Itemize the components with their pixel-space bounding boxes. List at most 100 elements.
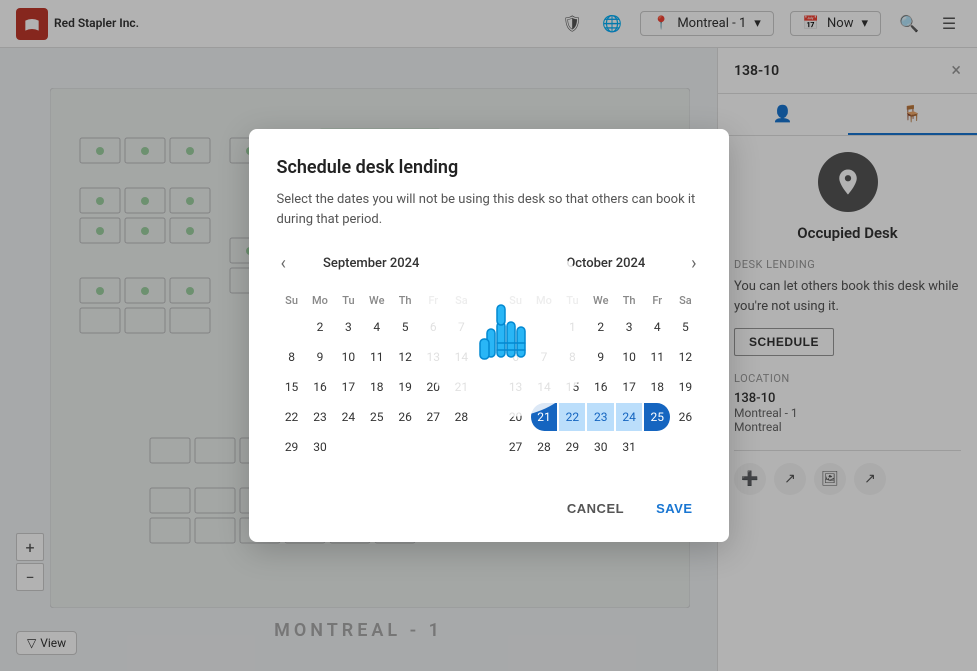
calendar-day[interactable]: 27 [503,433,529,461]
calendar-day [279,313,305,341]
oct-day-header-mo: Mo [531,290,558,311]
calendar-day[interactable]: 6 [420,313,446,341]
modal-description: Select the dates you will not be using t… [277,190,701,229]
october-grid: Su Mo Tu We Th Fr Sa 1234567891011121314… [501,288,701,463]
calendar-day [420,433,446,461]
calendar-day[interactable]: 30 [587,433,614,461]
prev-month-button[interactable]: ‹ [277,249,290,278]
calendar-day[interactable]: 11 [363,343,390,371]
calendar-day[interactable]: 8 [279,343,305,371]
day-header-tu: Tu [335,290,361,311]
calendar-day[interactable]: 28 [531,433,558,461]
cancel-button[interactable]: CANCEL [559,495,632,522]
calendar-day[interactable]: 23 [307,403,334,431]
calendar-day[interactable]: 2 [307,313,334,341]
calendar-day[interactable]: 13 [503,373,529,401]
calendar-day [531,313,558,341]
calendar-day[interactable]: 27 [420,403,446,431]
calendar-day[interactable]: 12 [392,343,418,371]
calendar-day[interactable]: 8 [559,343,585,371]
calendar-day[interactable]: 13 [420,343,446,371]
calendar-day[interactable]: 29 [279,433,305,461]
oct-day-header-tu: Tu [559,290,585,311]
day-header-su: Su [279,290,305,311]
calendar-day[interactable]: 1 [559,313,585,341]
calendar-day[interactable]: 20 [420,373,446,401]
modal-footer: CANCEL SAVE [277,483,701,522]
calendar-day[interactable]: 6 [503,343,529,371]
calendar-day[interactable]: 7 [448,313,474,341]
calendar-day[interactable]: 23 [587,403,614,431]
modal-overlay: Schedule desk lending Select the dates y… [0,0,977,671]
calendar-day[interactable]: 26 [392,403,418,431]
next-month-button[interactable]: › [687,249,700,278]
calendar-day[interactable]: 10 [616,343,642,371]
calendar-day[interactable]: 30 [307,433,334,461]
calendar-day[interactable]: 21 [531,403,558,431]
september-grid: Su Mo Tu We Th Fr Sa 2345678910111213141… [277,288,477,463]
calendar-day[interactable]: 16 [307,373,334,401]
calendar-day[interactable]: 15 [559,373,585,401]
schedule-modal: Schedule desk lending Select the dates y… [249,129,729,542]
calendar-day[interactable]: 15 [279,373,305,401]
calendar-day[interactable]: 16 [587,373,614,401]
september-month-label: September 2024 [323,256,419,271]
calendar-day [503,313,529,341]
calendar-day[interactable]: 17 [616,373,642,401]
calendar-day [644,433,670,461]
october-month-label: October 2024 [566,256,645,271]
calendar-day[interactable]: 24 [616,403,642,431]
calendar-day[interactable]: 7 [531,343,558,371]
calendar-day[interactable]: 26 [672,403,698,431]
calendar-day[interactable]: 20 [503,403,529,431]
calendar-day[interactable]: 17 [335,373,361,401]
calendar-day[interactable]: 22 [279,403,305,431]
day-header-sa: Sa [448,290,474,311]
calendar-day[interactable]: 29 [559,433,585,461]
oct-day-header-fr: Fr [644,290,670,311]
calendar-day[interactable]: 4 [644,313,670,341]
day-header-th: Th [392,290,418,311]
calendar-day[interactable]: 3 [335,313,361,341]
calendar-day[interactable]: 14 [531,373,558,401]
calendar-day[interactable]: 5 [672,313,698,341]
calendar-day [672,433,698,461]
calendar-day[interactable]: 14 [448,343,474,371]
calendar-day [392,433,418,461]
oct-day-header-su: Su [503,290,529,311]
day-header-mo: Mo [307,290,334,311]
calendar-day [363,433,390,461]
calendar-day[interactable]: 24 [335,403,361,431]
calendar-container: ‹ September 2024 Su Mo Tu We Th Fr Sa [277,249,701,463]
calendar-day[interactable]: 10 [335,343,361,371]
save-button[interactable]: SAVE [648,495,700,522]
calendar-day[interactable]: 21 [448,373,474,401]
calendar-day[interactable]: 9 [307,343,334,371]
calendar-day[interactable]: 2 [587,313,614,341]
calendar-day[interactable]: 31 [616,433,642,461]
september-calendar: ‹ September 2024 Su Mo Tu We Th Fr Sa [277,249,477,463]
calendar-day[interactable]: 25 [363,403,390,431]
calendar-day[interactable]: 3 [616,313,642,341]
calendar-day[interactable]: 28 [448,403,474,431]
oct-day-header-sa: Sa [672,290,698,311]
calendar-day[interactable]: 18 [363,373,390,401]
calendar-day[interactable]: 18 [644,373,670,401]
day-header-we: We [363,290,390,311]
calendar-day[interactable]: 4 [363,313,390,341]
calendar-day[interactable]: 19 [392,373,418,401]
oct-day-header-th: Th [616,290,642,311]
october-header: October 2024 › [501,249,701,278]
calendar-day [448,433,474,461]
calendar-day[interactable]: 12 [672,343,698,371]
calendar-day[interactable]: 5 [392,313,418,341]
october-calendar: October 2024 › Su Mo Tu We Th Fr Sa [501,249,701,463]
calendar-day [335,433,361,461]
calendar-day[interactable]: 11 [644,343,670,371]
calendar-day[interactable]: 22 [559,403,585,431]
calendar-day[interactable]: 19 [672,373,698,401]
calendar-day[interactable]: 25 [644,403,670,431]
september-header: ‹ September 2024 [277,249,477,278]
day-header-fr: Fr [420,290,446,311]
calendar-day[interactable]: 9 [587,343,614,371]
